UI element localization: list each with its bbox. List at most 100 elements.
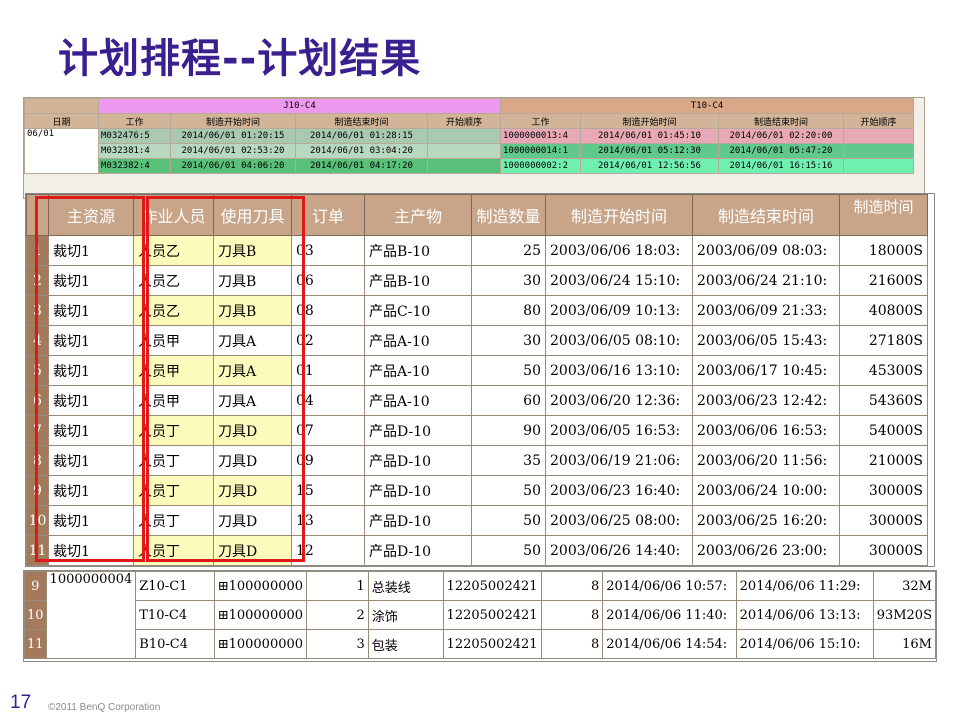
main-resource-cell[interactable]: 裁切1 [48, 325, 134, 356]
main-product-cell[interactable]: 产品B-10 [364, 265, 472, 296]
end-time-cell[interactable]: 2014/06/06 13:13: [735, 600, 874, 630]
row-number-cell[interactable]: 8 [26, 445, 49, 476]
machine-cell[interactable]: T10-C4 [135, 600, 215, 630]
main-resource-cell[interactable]: 裁切1 [48, 415, 134, 446]
back-cell[interactable]: 1000000013:4 [500, 128, 581, 144]
duration-cell[interactable]: 45300S [839, 355, 928, 386]
back-cell[interactable]: M032476:5 [98, 128, 171, 144]
table-row[interactable]: 6 裁切1 人员甲 刀具A 04 产品A-10 60 2003/06/20 12:36: 200… [26, 385, 928, 416]
process-cell[interactable]: 总装线 [367, 571, 444, 601]
code-cell[interactable]: 12205002421 [442, 600, 542, 630]
tool-cell[interactable]: 刀具D [213, 415, 292, 446]
header-main-resource[interactable]: 主资源 [48, 194, 134, 236]
table-row[interactable]: 2 裁切1 人员乙 刀具B 06 产品B-10 30 2003/06/24 15:10: 200… [26, 265, 928, 296]
tool-cell[interactable]: 刀具A [213, 385, 292, 416]
quantity-cell[interactable]: 30 [471, 325, 546, 356]
operator-cell[interactable]: 人员丁 [133, 415, 214, 446]
start-time-cell[interactable]: 2014/06/06 11:40: [602, 600, 737, 630]
main-resource-cell[interactable]: 裁切1 [48, 475, 134, 506]
tool-cell[interactable]: 刀具A [213, 325, 292, 356]
end-time-cell[interactable]: 2003/06/06 16:53: [692, 415, 840, 446]
table-row[interactable]: 3 裁切1 人员乙 刀具B 08 产品C-10 80 2003/06/09 10:13: 200… [26, 295, 928, 326]
duration-cell[interactable]: 30000S [839, 505, 928, 536]
table-row[interactable]: 10 裁切1 人员丁 刀具D 13 产品D-10 50 2003/06/25 08:00: 20… [26, 505, 928, 536]
end-time-cell[interactable]: 2003/06/17 10:45: [692, 355, 840, 386]
main-product-cell[interactable]: 产品A-10 [364, 325, 472, 356]
table-row[interactable]: 4 裁切1 人员甲 刀具A 02 产品A-10 30 2003/06/05 08:10: 200… [26, 325, 928, 356]
table-row[interactable]: 10 T10-C4 ⊞100000000 2 涂饰 12205002421 8 2014/06… [24, 600, 937, 630]
duration-cell[interactable]: 32M [872, 571, 937, 601]
table-row[interactable]: 11 B10-C4 ⊞100000000 3 包装 12205002421 8 2014/06… [24, 629, 937, 659]
quantity-cell[interactable]: 8 [540, 571, 604, 601]
row-number-cell[interactable]: 11 [26, 535, 49, 566]
main-product-cell[interactable]: 产品D-10 [364, 535, 472, 566]
back-cell[interactable]: 1000000002:2 [500, 158, 581, 174]
table-row[interactable]: 11 裁切1 人员丁 刀具D 12 产品D-10 50 2003/06/26 14:40: 20… [26, 535, 928, 566]
duration-cell[interactable]: 30000S [839, 475, 928, 506]
quantity-cell[interactable]: 30 [471, 265, 546, 296]
order-cell[interactable]: 04 [291, 385, 365, 416]
duration-cell[interactable]: 93M20S [872, 600, 937, 630]
start-time-cell[interactable]: 2003/06/09 10:13: [545, 295, 693, 326]
order-cell[interactable]: 02 [291, 325, 365, 356]
process-cell[interactable]: 包装 [367, 629, 444, 659]
row-number-cell[interactable]: 9 [26, 475, 49, 506]
operator-cell[interactable]: 人员甲 [133, 355, 214, 386]
duration-cell[interactable]: 21000S [839, 445, 928, 476]
code-cell[interactable]: 12205002421 [442, 571, 542, 601]
operator-cell[interactable]: 人员丁 [133, 445, 214, 476]
row-number-cell[interactable]: 2 [26, 265, 49, 296]
main-resource-cell[interactable]: 裁切1 [48, 235, 134, 266]
table-row[interactable]: 7 裁切1 人员丁 刀具D 07 产品D-10 90 2003/06/05 16:53: 200… [26, 415, 928, 446]
start-time-cell[interactable]: 2003/06/05 08:10: [545, 325, 693, 356]
main-resource-cell[interactable]: 裁切1 [48, 385, 134, 416]
machine-cell[interactable]: Z10-C1 [135, 571, 215, 601]
end-time-cell[interactable]: 2003/06/09 08:03: [692, 235, 840, 266]
main-product-cell[interactable]: 产品A-10 [364, 385, 472, 416]
end-time-cell[interactable]: 2003/06/23 12:42: [692, 385, 840, 416]
start-time-cell[interactable]: 2003/06/16 13:10: [545, 355, 693, 386]
tool-cell[interactable]: 刀具B [213, 235, 292, 266]
back-cell[interactable]: M032381:4 [98, 143, 171, 159]
order-cell[interactable]: 12 [291, 535, 365, 566]
order-cell[interactable]: 13 [291, 505, 365, 536]
row-number-cell[interactable]: 5 [26, 355, 49, 386]
row-number-cell[interactable]: 4 [26, 325, 49, 356]
main-product-cell[interactable]: 产品D-10 [364, 445, 472, 476]
tool-cell[interactable]: 刀具D [213, 445, 292, 476]
operator-cell[interactable]: 人员丁 [133, 535, 214, 566]
main-product-cell[interactable]: 产品D-10 [364, 475, 472, 506]
duration-cell[interactable]: 40800S [839, 295, 928, 326]
order-cell[interactable]: 03 [291, 235, 365, 266]
start-time-cell[interactable]: 2003/06/23 16:40: [545, 475, 693, 506]
sequence-cell[interactable]: 2 [306, 600, 369, 630]
table-row[interactable]: 9 1000000004 Z10-C1 ⊞100000000 1 总装线 122050024… [24, 571, 937, 659]
item-cell[interactable]: ⊞100000000 [213, 600, 308, 630]
header-order[interactable]: 订单 [291, 194, 365, 236]
back-cell[interactable]: 1000000014:1 [500, 143, 581, 159]
start-time-cell[interactable]: 2003/06/24 15:10: [545, 265, 693, 296]
duration-cell[interactable]: 21600S [839, 265, 928, 296]
operator-cell[interactable]: 人员乙 [133, 295, 214, 326]
quantity-cell[interactable]: 50 [471, 535, 546, 566]
duration-cell[interactable]: 54000S [839, 415, 928, 446]
main-product-cell[interactable]: 产品A-10 [364, 355, 472, 386]
tool-cell[interactable]: 刀具B [213, 265, 292, 296]
row-number-cell[interactable]: 3 [26, 295, 49, 326]
quantity-cell[interactable]: 50 [471, 355, 546, 386]
duration-cell[interactable]: 18000S [839, 235, 928, 266]
job-number-cell[interactable]: 1000000004 [45, 571, 137, 659]
table-row[interactable]: 8 裁切1 人员丁 刀具D 09 产品D-10 35 2003/06/19 21:06: 200… [26, 445, 928, 476]
start-time-cell[interactable]: 2003/06/19 21:06: [545, 445, 693, 476]
end-time-cell[interactable]: 2014/06/06 11:29: [735, 571, 874, 601]
row-number-cell[interactable]: 7 [26, 415, 49, 446]
order-cell[interactable]: 08 [291, 295, 365, 326]
quantity-cell[interactable]: 90 [471, 415, 546, 446]
sequence-cell[interactable]: 1 [306, 571, 369, 601]
end-time-cell[interactable]: 2003/06/09 21:33: [692, 295, 840, 326]
tool-cell[interactable]: 刀具D [213, 475, 292, 506]
order-cell[interactable]: 15 [291, 475, 365, 506]
quantity-cell[interactable]: 60 [471, 385, 546, 416]
operator-cell[interactable]: 人员丁 [133, 475, 214, 506]
header-duration[interactable]: 制造时间 [839, 194, 928, 236]
